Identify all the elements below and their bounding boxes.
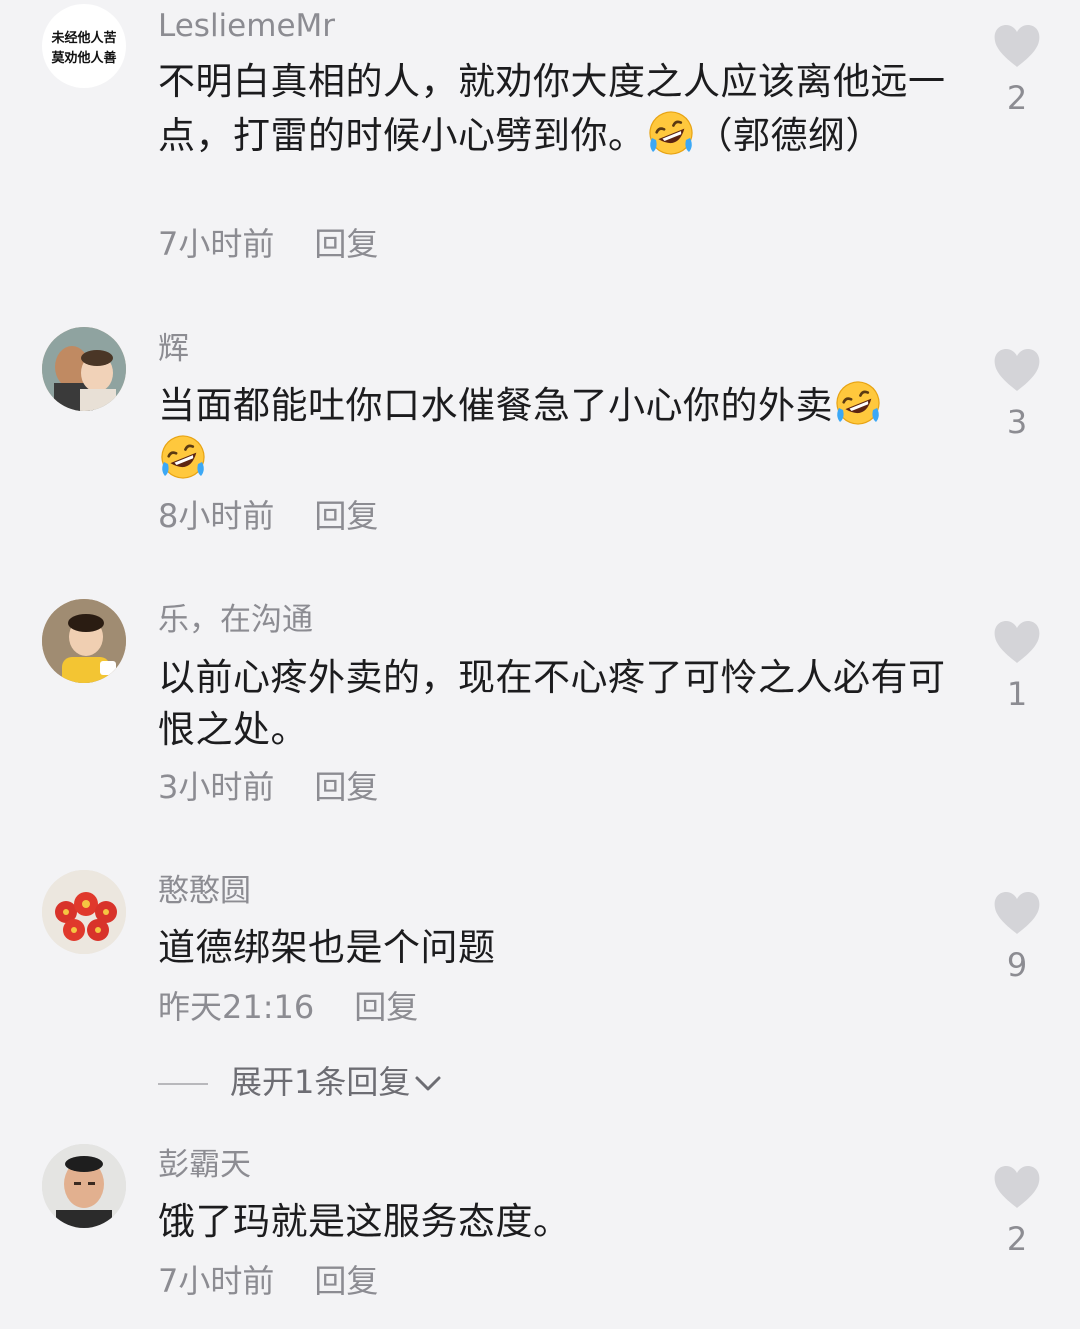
avatar[interactable]: 未经他人苦 莫劝他人善 [42, 4, 126, 88]
avatar-text-line1: 未经他人苦 [50, 30, 116, 46]
comment-meta: 3小时前 回复 [158, 767, 378, 807]
username[interactable]: 憨憨圆 [158, 871, 251, 911]
reply-button[interactable]: 回复 [314, 497, 378, 535]
like-count: 1 [1006, 675, 1028, 713]
expand-replies-label: 展开1条回复 [230, 1063, 411, 1101]
like-count: 2 [1006, 79, 1028, 117]
timestamp: 3小时前 [158, 768, 275, 806]
comment-text: 以前心疼外卖的，现在不心疼了可怜之人必有可恨之处。 [158, 652, 958, 756]
timestamp: 8小时前 [158, 497, 275, 535]
heart-icon [993, 1165, 1041, 1209]
heart-icon [993, 24, 1041, 68]
like-button[interactable]: 3 [990, 348, 1044, 440]
username[interactable]: 彭霸天 [158, 1145, 251, 1185]
comment-meta: 7小时前 回复 [158, 224, 378, 264]
username[interactable]: 乐，在沟通 [158, 600, 313, 640]
comment-text: 饿了玛就是这服务态度。 [158, 1196, 958, 1248]
reply-button[interactable]: 回复 [314, 1262, 378, 1300]
avatar[interactable] [42, 327, 126, 411]
like-count: 9 [1006, 946, 1028, 984]
avatar[interactable] [42, 599, 126, 683]
comment-text-part: 以前心疼外卖的，现在不心疼了可怜之人必有可恨之处。 [158, 656, 946, 751]
username[interactable]: 辉 [158, 329, 189, 369]
chevron-down-icon [415, 1076, 441, 1091]
comment-text: 道德绑架也是个问题 [158, 922, 958, 974]
heart-icon [993, 891, 1041, 935]
timestamp: 7小时前 [158, 225, 275, 263]
like-button[interactable]: 1 [990, 620, 1044, 712]
timestamp: 昨天21:16 [158, 988, 315, 1026]
like-count: 2 [1006, 1220, 1028, 1258]
comment-text: 不明白真相的人，就劝你大度之人应该离他远一点，打雷的时候小心劈到你。 （郭德纲） [158, 56, 948, 162]
comment-meta: 8小时前 回复 [158, 496, 378, 536]
like-button[interactable]: 2 [990, 1165, 1044, 1257]
comment-text-part: 饿了玛就是这服务态度。 [158, 1200, 571, 1243]
avatar[interactable] [42, 870, 126, 954]
expand-replies-button[interactable]: 展开1条回复 [158, 1062, 442, 1102]
like-button[interactable]: 9 [990, 891, 1044, 983]
divider-line [158, 1083, 208, 1085]
laughing-emoji-icon [158, 432, 208, 482]
comment-text-part: （郭德纲） [695, 114, 883, 157]
heart-icon [993, 620, 1041, 664]
avatar[interactable] [42, 1144, 126, 1228]
laughing-emoji-icon [833, 378, 883, 428]
like-button[interactable]: 2 [990, 24, 1044, 116]
avatar-text-line2: 莫劝他人善 [50, 50, 116, 66]
comment-meta: 7小时前 回复 [158, 1261, 378, 1301]
username[interactable]: LesliemeMr [158, 6, 335, 46]
reply-button[interactable]: 回复 [314, 768, 378, 806]
laughing-emoji-icon [646, 108, 696, 158]
timestamp: 7小时前 [158, 1262, 275, 1300]
like-count: 3 [1006, 403, 1028, 441]
reply-button[interactable]: 回复 [314, 225, 378, 263]
comment-meta: 昨天21:16 回复 [158, 987, 418, 1027]
comment-text: 当面都能吐你口水催餐急了小心你的外卖 [158, 378, 928, 486]
comment-text-part: 当面都能吐你口水催餐急了小心你的外卖 [158, 384, 833, 427]
reply-button[interactable]: 回复 [354, 988, 418, 1026]
comment-text-part: 道德绑架也是个问题 [158, 926, 496, 969]
heart-icon [993, 348, 1041, 392]
